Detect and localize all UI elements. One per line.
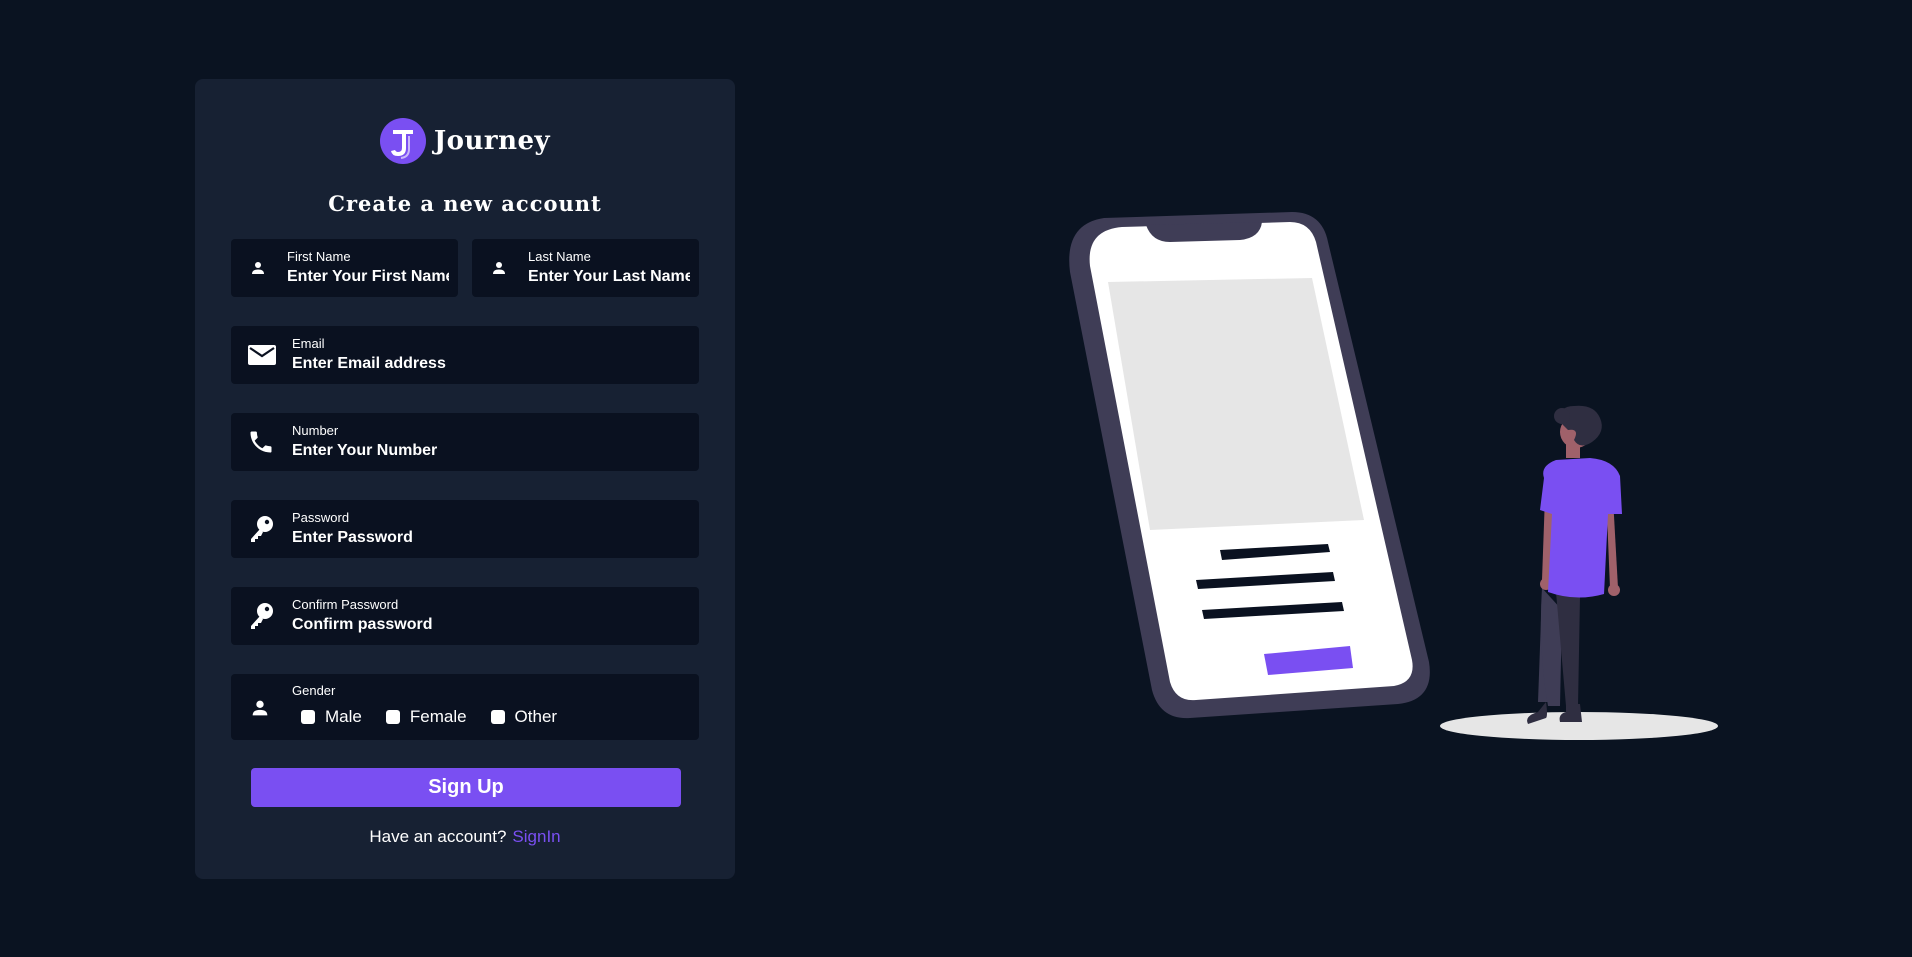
user-icon (249, 259, 267, 277)
have-account-text: Have an account? (369, 827, 507, 846)
signup-illustration (1069, 212, 1718, 740)
page-title: Create a new account (328, 191, 602, 216)
number-label: Number (292, 423, 339, 438)
number-input[interactable] (292, 442, 682, 460)
user-icon (249, 697, 271, 719)
confirm-password-input[interactable] (292, 616, 682, 634)
email-label: Email (292, 336, 325, 351)
signin-link[interactable]: SignIn (512, 827, 560, 846)
signin-prompt: Have an account? SignIn (195, 827, 735, 847)
gender-label: Gender (292, 683, 336, 698)
number-field[interactable]: Number (231, 413, 699, 471)
first-name-field[interactable]: First Name (231, 239, 458, 297)
confirm-password-label: Confirm Password (292, 597, 399, 612)
sign-up-button[interactable]: Sign Up (251, 768, 681, 807)
user-icon (490, 259, 508, 277)
email-input[interactable] (292, 355, 682, 373)
brand-logo: Journey (195, 117, 735, 165)
gender-option-female[interactable]: Female (385, 707, 467, 727)
key-icon (247, 514, 275, 544)
female-label: Female (409, 707, 467, 726)
key-icon (247, 601, 275, 631)
gender-options: Male Female Other (301, 707, 581, 727)
male-checkbox[interactable] (301, 710, 315, 724)
other-checkbox[interactable] (490, 710, 505, 724)
gender-option-other[interactable]: Other (490, 707, 558, 727)
gender-option-male[interactable]: Male (301, 707, 362, 727)
email-field[interactable]: Email (231, 326, 699, 384)
female-checkbox[interactable] (385, 710, 400, 724)
brand-name: Journey (433, 126, 551, 156)
password-field[interactable]: Password (231, 500, 699, 558)
person-illustration (1440, 405, 1718, 740)
confirm-password-field[interactable]: Confirm Password (231, 587, 699, 645)
last-name-input[interactable] (528, 268, 690, 286)
last-name-label: Last Name (528, 249, 591, 264)
journey-logo-icon (379, 118, 426, 164)
first-name-label: First Name (287, 249, 351, 264)
other-label: Other (514, 707, 558, 726)
gender-field: Gender Male Female Other (231, 674, 699, 740)
password-label: Password (292, 510, 350, 525)
signup-card: Journey Create a new account First Name … (195, 79, 735, 879)
password-input[interactable] (292, 529, 682, 547)
phone-icon (247, 428, 275, 456)
last-name-field[interactable]: Last Name (472, 239, 699, 297)
first-name-input[interactable] (287, 268, 449, 286)
mail-icon (247, 343, 277, 367)
phone-illustration (1069, 212, 1430, 719)
male-label: Male (325, 707, 362, 726)
